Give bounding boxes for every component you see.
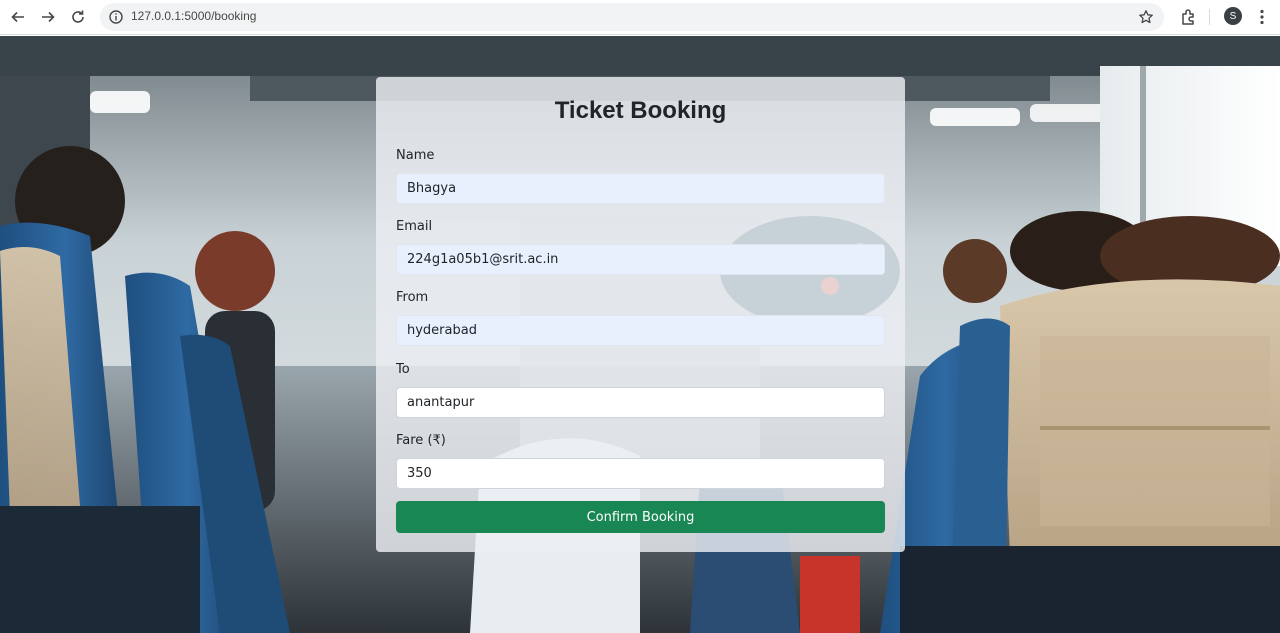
browser-toolbar: 127.0.0.1:5000/booking S: [0, 0, 1280, 35]
confirm-booking-button[interactable]: Confirm Booking: [396, 501, 885, 533]
to-input[interactable]: [396, 387, 885, 418]
booking-form: Ticket Booking Name Email From To Fare (…: [376, 77, 905, 552]
fare-label: Fare (₹): [396, 433, 446, 448]
to-label: To: [396, 362, 410, 377]
reload-icon[interactable]: [67, 6, 89, 28]
address-bar[interactable]: 127.0.0.1:5000/booking: [100, 3, 1164, 31]
more-menu-icon[interactable]: [1254, 8, 1270, 26]
url-text[interactable]: 127.0.0.1:5000/booking: [131, 9, 256, 23]
email-label: Email: [396, 219, 433, 234]
back-icon[interactable]: [7, 6, 29, 28]
name-input[interactable]: [396, 173, 885, 204]
forward-icon[interactable]: [37, 6, 59, 28]
extensions-icon[interactable]: [1180, 8, 1198, 26]
from-input[interactable]: [396, 315, 885, 346]
fare-input[interactable]: [396, 458, 885, 489]
site-info-icon[interactable]: [108, 9, 124, 25]
toolbar-divider: [1209, 9, 1210, 25]
page-title: Ticket Booking: [554, 97, 727, 124]
email-input[interactable]: [396, 244, 885, 275]
from-label: From: [396, 290, 429, 305]
profile-avatar[interactable]: S: [1224, 7, 1242, 25]
bookmark-star-icon[interactable]: [1138, 9, 1154, 25]
name-label: Name: [396, 148, 435, 163]
page-viewport: Ticket Booking Name Email From To Fare (…: [0, 36, 1280, 633]
